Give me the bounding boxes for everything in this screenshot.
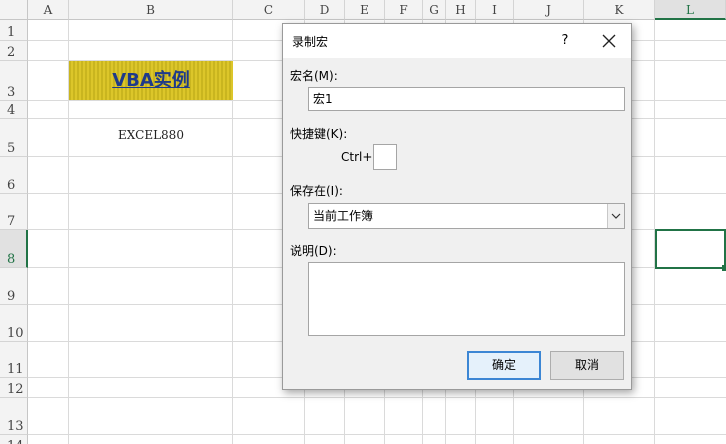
description-label: 说明(D): xyxy=(290,244,337,258)
row-header-9[interactable]: 9 xyxy=(0,268,28,305)
grid-line xyxy=(28,397,726,398)
ok-button[interactable]: 确定 xyxy=(467,351,541,380)
row-header-5[interactable]: 5 xyxy=(0,119,28,157)
dialog-title: 录制宏 xyxy=(292,35,329,49)
row-header-1[interactable]: 1 xyxy=(0,20,28,41)
cell-b3-text: VBA实例 xyxy=(112,70,190,91)
store-in-dropdown[interactable]: 当前工作簿 xyxy=(308,203,625,229)
column-header-c[interactable]: C xyxy=(233,0,305,20)
macro-name-label: 宏名(M): xyxy=(290,69,338,83)
column-header-e[interactable]: E xyxy=(345,0,385,20)
row-header-13[interactable]: 13 xyxy=(0,398,28,435)
row-header-7[interactable]: 7 xyxy=(0,194,28,230)
column-header-h[interactable]: H xyxy=(446,0,476,20)
row-header-6[interactable]: 6 xyxy=(0,157,28,194)
ctrl-label: Ctrl+ xyxy=(341,150,373,164)
macro-name-input[interactable]: 宏1 xyxy=(308,87,625,111)
dialog-titlebar[interactable]: 录制宏 ? xyxy=(283,24,631,58)
column-header-b[interactable]: B xyxy=(69,0,233,20)
close-icon xyxy=(602,34,616,48)
dropdown-button[interactable] xyxy=(607,204,624,228)
row-number: 14 xyxy=(7,439,24,444)
row-number: 1 xyxy=(7,25,16,40)
column-header-g[interactable]: G xyxy=(423,0,446,20)
column-header-a[interactable]: A xyxy=(28,0,69,20)
column-header-j[interactable]: J xyxy=(514,0,584,20)
row-header-4[interactable]: 4 xyxy=(0,101,28,119)
row-header-12[interactable]: 12 xyxy=(0,378,28,398)
row-header-10[interactable]: 10 xyxy=(0,305,28,342)
row-number: 11 xyxy=(7,362,24,377)
shortcut-key-label: 快捷键(K): xyxy=(290,127,348,141)
row-number: 8 xyxy=(7,252,16,267)
fill-handle[interactable] xyxy=(722,265,726,271)
store-in-value: 当前工作簿 xyxy=(313,209,374,223)
row-number: 2 xyxy=(7,45,16,60)
cell-b3[interactable]: VBA实例 xyxy=(69,61,233,100)
row-number: 13 xyxy=(7,419,24,434)
shortcut-key-input[interactable] xyxy=(373,144,397,170)
store-in-label: 保存在(I): xyxy=(290,184,343,198)
row-number: 12 xyxy=(7,382,24,397)
row-number: 4 xyxy=(7,103,16,118)
row-number: 7 xyxy=(7,214,16,229)
row-header-3[interactable]: 3 xyxy=(0,61,28,101)
grid-line xyxy=(28,434,726,435)
row-number: 3 xyxy=(7,85,16,100)
row-header-14[interactable]: 14 xyxy=(0,435,28,444)
chevron-down-icon xyxy=(611,213,621,219)
row-number: 6 xyxy=(7,178,16,193)
row-header-2[interactable]: 2 xyxy=(0,41,28,61)
column-header-k[interactable]: K xyxy=(584,0,655,20)
cancel-button[interactable]: 取消 xyxy=(550,351,624,380)
close-button[interactable] xyxy=(597,30,621,52)
row-header-11[interactable]: 11 xyxy=(0,342,28,378)
cell-b5[interactable]: EXCEL880 xyxy=(69,128,233,148)
help-button[interactable]: ? xyxy=(553,30,577,52)
row-number: 9 xyxy=(7,289,16,304)
description-textarea[interactable] xyxy=(308,262,625,336)
column-header-l[interactable]: L xyxy=(655,0,726,20)
row-header-8[interactable]: 8 xyxy=(0,230,28,268)
record-macro-dialog: 录制宏 ? 宏名(M): 宏1 快捷键(K): Ctrl+ 保存在(I): 当前… xyxy=(282,23,632,390)
active-cell-l8[interactable] xyxy=(655,229,726,269)
row-number: 10 xyxy=(7,326,24,341)
column-header-i[interactable]: I xyxy=(476,0,514,20)
column-header-d[interactable]: D xyxy=(305,0,345,20)
row-number: 5 xyxy=(7,141,16,156)
select-all-corner[interactable] xyxy=(0,0,28,20)
column-header-f[interactable]: F xyxy=(385,0,423,20)
